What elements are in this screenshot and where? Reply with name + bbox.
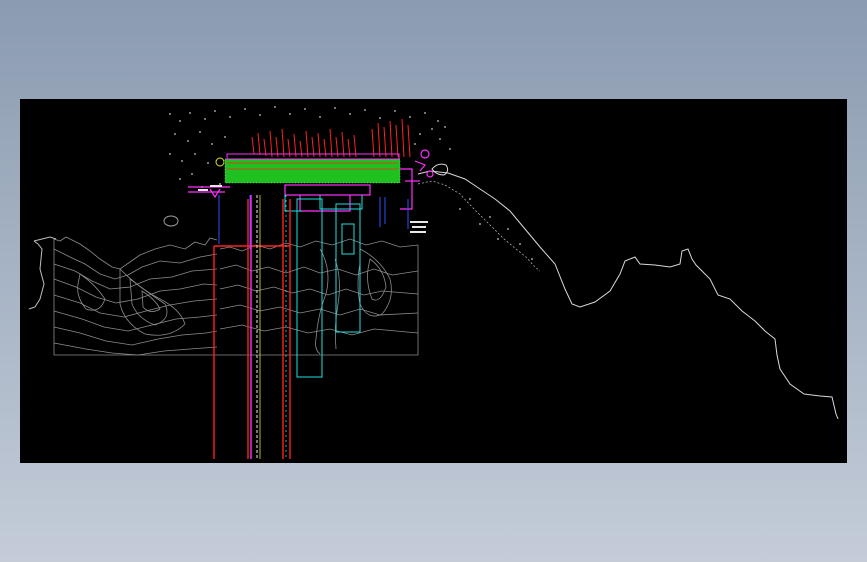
left-terrain-edge bbox=[28, 240, 45, 310]
coastline-inner bbox=[417, 180, 541, 272]
coastline-island bbox=[431, 163, 449, 176]
yellow-marker bbox=[215, 157, 225, 167]
cyan-structures bbox=[284, 195, 363, 378]
left-terrain-top bbox=[33, 236, 57, 242]
cad-drawing-canvas[interactable] bbox=[20, 99, 847, 463]
magenta-band bbox=[226, 153, 400, 160]
island-feature bbox=[163, 215, 179, 227]
annotation-marks bbox=[198, 185, 428, 233]
red-pipes bbox=[213, 199, 291, 459]
cad-drawing-icon bbox=[28, 106, 839, 459]
coastline bbox=[417, 170, 839, 420]
red-hatching bbox=[251, 118, 411, 158]
terrain-contours bbox=[53, 236, 419, 356]
